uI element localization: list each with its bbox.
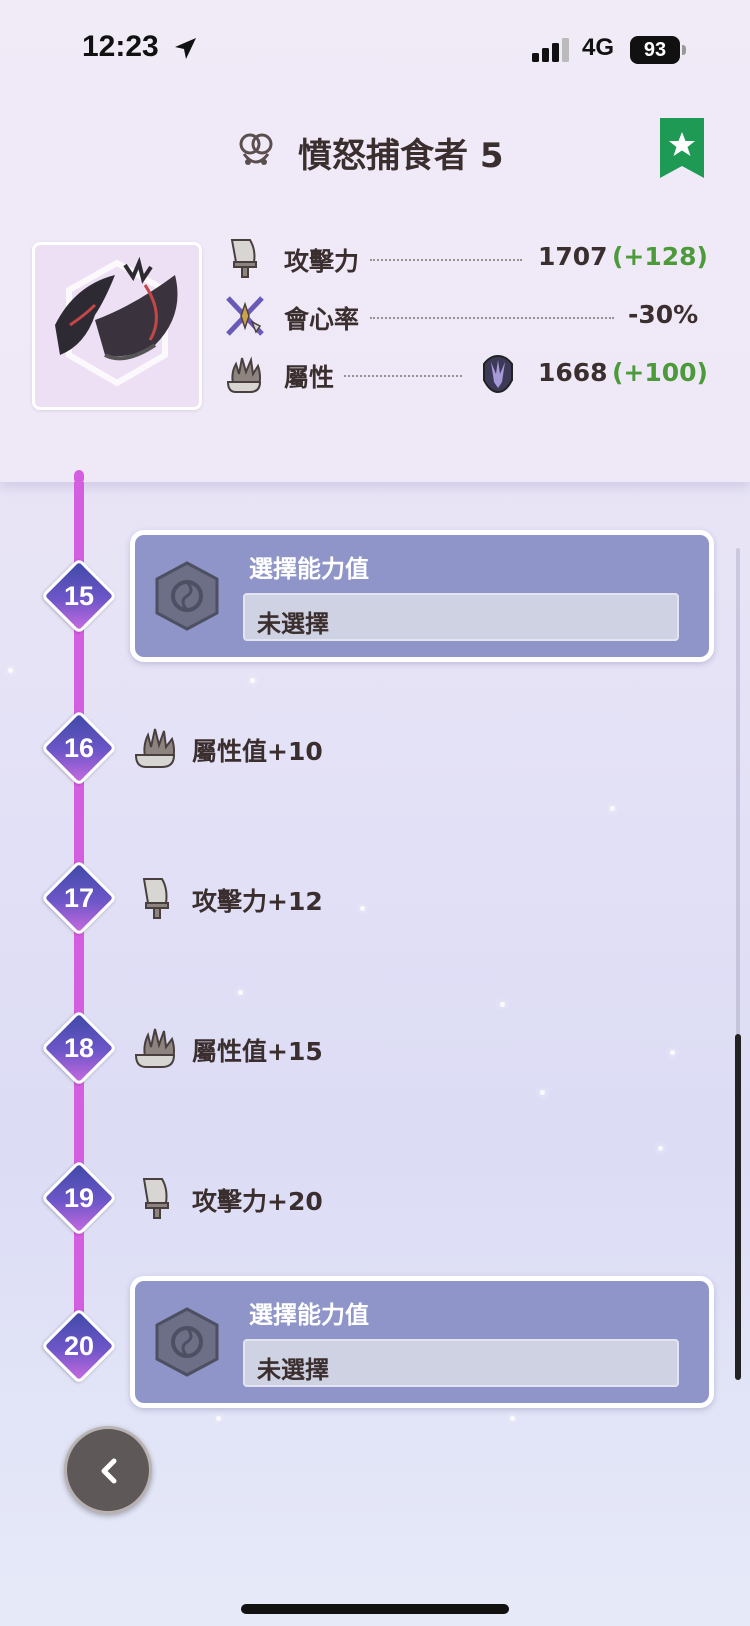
battery-level: 93 <box>630 36 680 64</box>
chevron-left-icon <box>101 1458 117 1484</box>
level-number: 19 <box>63 1183 95 1213</box>
sparkle <box>500 1002 505 1007</box>
reward-text: 攻擊力+20 <box>192 1187 323 1216</box>
choice-select-field[interactable]: 未選擇 <box>243 1339 679 1387</box>
element-icon <box>226 356 262 393</box>
status-time: 12:23 <box>82 30 159 63</box>
choice-title: 選擇能力值 <box>249 1301 369 1329</box>
dragon-element-icon <box>483 354 513 394</box>
stat-bonus: (+128) <box>612 242 708 271</box>
battery-icon: 93 <box>630 36 686 64</box>
level-node-15: 15 <box>37 554 121 638</box>
reward-item-19: 攻擊力+20 <box>134 1173 434 1223</box>
element-icon <box>134 728 176 768</box>
dotted-leader <box>344 375 462 377</box>
choice-select-field[interactable]: 未選擇 <box>243 593 679 641</box>
bookmark-star-icon[interactable] <box>660 118 704 178</box>
location-arrow-icon <box>175 38 196 59</box>
talisman-icon <box>239 133 273 165</box>
weapon-header-panel: 12:23 4G 93 憤怒捕食者 5 攻擊力 1707 (+128) 會心率 … <box>0 0 750 482</box>
choice-value: 未選擇 <box>257 1356 329 1384</box>
dotted-leader <box>370 259 522 261</box>
level-number: 15 <box>63 581 95 611</box>
ability-hex-icon <box>155 1307 219 1377</box>
affinity-icon <box>226 296 264 336</box>
battery-cap <box>682 45 686 55</box>
level-number: 20 <box>63 1331 95 1361</box>
attack-icon <box>142 878 169 919</box>
reward-item-17: 攻擊力+12 <box>134 873 434 923</box>
level-node-20: 20 <box>37 1304 121 1388</box>
sparkle <box>540 1090 545 1095</box>
status-bar: 12:23 4G 93 <box>0 0 750 100</box>
home-indicator[interactable] <box>241 1604 509 1614</box>
sparkle <box>216 1416 221 1421</box>
choice-title: 選擇能力值 <box>249 555 369 583</box>
level-node-16: 16 <box>37 706 121 790</box>
level-number: 16 <box>63 733 95 763</box>
sparkle <box>670 1050 675 1055</box>
title-row: 憤怒捕食者 5 <box>0 118 750 182</box>
cellular-signal-icon <box>532 38 569 62</box>
reward-item-16: 屬性值+10 <box>134 723 434 773</box>
reward-text: 攻擊力+12 <box>192 887 323 916</box>
stat-value: 1668 <box>538 358 608 387</box>
reward-text: 屬性值+15 <box>192 1037 323 1066</box>
sparkle <box>8 668 13 673</box>
stat-label: 會心率 <box>284 305 360 334</box>
level-node-19: 19 <box>37 1156 121 1240</box>
choice-card-15[interactable]: 選擇能力值 未選擇 <box>130 530 714 662</box>
stat-bonus: (+100) <box>612 358 708 387</box>
stat-element: 屬性 1668 (+100) <box>224 352 714 396</box>
back-button[interactable] <box>64 1426 152 1514</box>
stat-value: -30% <box>628 300 699 329</box>
level-number: 18 <box>63 1033 95 1063</box>
weapon-title: 憤怒捕食者 5 <box>298 136 504 176</box>
sparkle <box>238 990 243 995</box>
network-type: 4G <box>582 34 615 61</box>
stat-label: 屬性 <box>284 363 335 392</box>
sparkle <box>250 678 255 683</box>
dotted-leader <box>370 317 614 319</box>
ability-hex-icon <box>155 561 219 631</box>
sparkle <box>510 1416 515 1421</box>
stat-attack: 攻擊力 1707 (+128) <box>224 236 714 280</box>
sparkle <box>658 1146 663 1151</box>
scrollbar-thumb[interactable] <box>735 1034 741 1380</box>
attack-icon <box>230 239 257 278</box>
choice-card-20[interactable]: 選擇能力值 未選擇 <box>130 1276 714 1408</box>
attack-icon <box>142 1178 169 1219</box>
stat-label: 攻擊力 <box>284 247 360 276</box>
reward-item-18: 屬性值+15 <box>134 1023 434 1073</box>
sparkle <box>610 806 615 811</box>
weapon-picture <box>55 256 178 387</box>
reward-text: 屬性值+10 <box>192 737 323 766</box>
stat-value: 1707 <box>538 242 608 271</box>
stat-affinity: 會心率 -30% <box>224 294 714 338</box>
weapon-image <box>32 242 202 410</box>
choice-value: 未選擇 <box>257 610 329 638</box>
level-number: 17 <box>63 883 95 913</box>
level-node-17: 17 <box>37 856 121 940</box>
element-icon <box>134 1028 176 1068</box>
level-node-18: 18 <box>37 1006 121 1090</box>
